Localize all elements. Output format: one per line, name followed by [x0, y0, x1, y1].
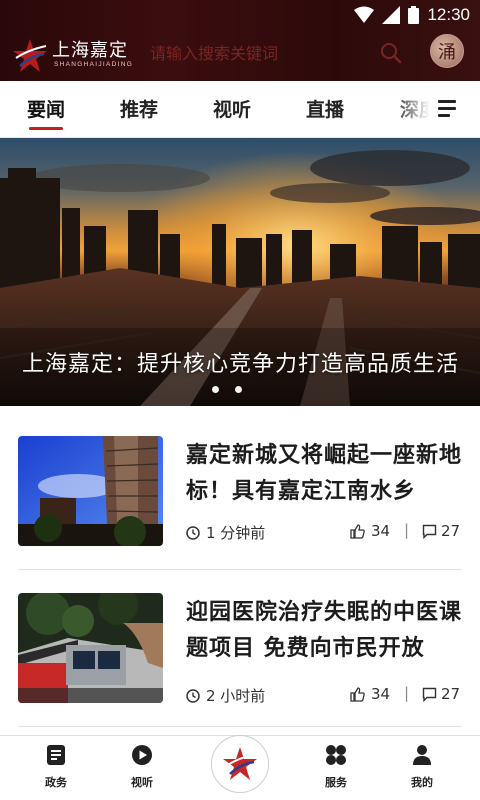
nav-label: 我的: [411, 776, 433, 789]
app-header: 12:30 上海嘉定 SHANGHAIJIADING 涌: [0, 0, 480, 81]
menu-icon-line: [438, 114, 450, 117]
app-bar: 上海嘉定 SHANGHAIJIADING 涌: [0, 30, 480, 81]
signal-icon: [382, 6, 401, 24]
news-title: 嘉定新城又将崛起一座新地标！具有嘉定江南水乡: [186, 443, 463, 504]
menu-icon-line: [438, 107, 456, 110]
comment-button[interactable]: 27: [422, 522, 460, 540]
news-thumbnail: [18, 593, 163, 703]
user-avatar[interactable]: 涌: [430, 34, 464, 68]
tab-menu-button[interactable]: [436, 98, 462, 120]
app-logo[interactable]: 上海嘉定 SHANGHAIJIADING: [10, 34, 134, 74]
wifi-icon: [354, 6, 375, 23]
news-title: 迎园医院治疗失眠的中医课题项目 免费向市民开放: [186, 600, 463, 661]
nav-item-government[interactable]: 政务: [26, 742, 86, 798]
hero-banner[interactable]: 上海嘉定：提升核心竞争力打造高品质生活: [0, 138, 480, 406]
news-meta: 2 小时前 34 | 27: [186, 684, 462, 707]
banner-caption: 上海嘉定：提升核心竞争力打造高品质生活: [22, 352, 460, 377]
nav-item-services[interactable]: 服务: [306, 742, 366, 798]
like-count: 34: [371, 685, 391, 703]
document-icon: [47, 745, 65, 765]
carousel-dot[interactable]: [235, 386, 242, 393]
comment-count: 27: [441, 685, 461, 703]
battery-icon: [408, 6, 420, 24]
list-divider: [18, 569, 462, 570]
like-button[interactable]: 34: [350, 685, 390, 703]
like-count: 34: [371, 522, 391, 540]
grid-icon: [326, 745, 346, 765]
logo-text: 上海嘉定: [52, 40, 128, 61]
news-meta: 1 分钟前 34 | 27: [186, 521, 462, 544]
comment-count: 27: [441, 522, 461, 540]
list-divider: [18, 726, 462, 727]
tab-audio-video[interactable]: 视听: [213, 97, 251, 123]
thumbs-up-icon: [350, 686, 365, 702]
tab-recommended[interactable]: 推荐: [120, 97, 158, 123]
clock-icon: [186, 525, 200, 540]
status-time: 12:30: [427, 5, 470, 24]
logo-subtext: SHANGHAIJIADING: [54, 61, 134, 68]
news-time: 1 分钟前: [206, 524, 266, 542]
clock-icon: [186, 688, 200, 703]
search-button[interactable]: [376, 38, 406, 68]
logo-icon: [223, 747, 257, 780]
news-item[interactable]: 迎园医院治疗失眠的中医课题项目 免费向市民开放 2 小时前 34 | 27: [18, 593, 462, 705]
category-tabs: 要闻 推荐 视听 直播 深度: [0, 81, 480, 138]
bottom-navigation: 政务 视听 服务 我的: [0, 735, 480, 800]
nav-home-logo-button[interactable]: [211, 735, 269, 793]
tabs-fade: [392, 81, 442, 137]
news-time: 2 小时前: [206, 687, 266, 705]
meta-separator: |: [404, 684, 410, 702]
nav-item-audio-video[interactable]: 视听: [112, 742, 172, 798]
comment-icon: [422, 524, 437, 539]
tab-news[interactable]: 要闻: [27, 97, 65, 123]
person-icon: [413, 745, 431, 765]
nav-label: 视听: [131, 776, 153, 789]
tab-live[interactable]: 直播: [306, 97, 344, 123]
play-icon: [132, 745, 152, 765]
comment-button[interactable]: 27: [422, 685, 460, 703]
search-icon: [381, 43, 402, 64]
menu-icon-line: [438, 100, 456, 103]
building-image: [18, 436, 163, 546]
carousel-indicator: [212, 386, 242, 393]
news-thumbnail: [18, 436, 163, 546]
active-tab-indicator: [29, 127, 63, 130]
status-bar: 12:30: [0, 0, 480, 30]
nav-label: 服务: [325, 776, 347, 789]
news-item[interactable]: 嘉定新城又将崛起一座新地标！具有嘉定江南水乡 1 分钟前 34 | 27: [18, 436, 462, 548]
nav-label: 政务: [45, 776, 67, 789]
comment-icon: [422, 687, 437, 702]
search-input[interactable]: [150, 38, 370, 68]
search-bar: [140, 36, 412, 70]
nav-item-profile[interactable]: 我的: [392, 742, 452, 798]
carousel-dot-active[interactable]: [212, 386, 219, 393]
like-button[interactable]: 34: [350, 522, 390, 540]
meta-separator: |: [404, 521, 410, 539]
logo-star-icon: [13, 39, 47, 72]
thumbs-up-icon: [350, 523, 365, 539]
clinic-image: [18, 593, 163, 703]
avatar-glyph: 涌: [438, 42, 456, 63]
